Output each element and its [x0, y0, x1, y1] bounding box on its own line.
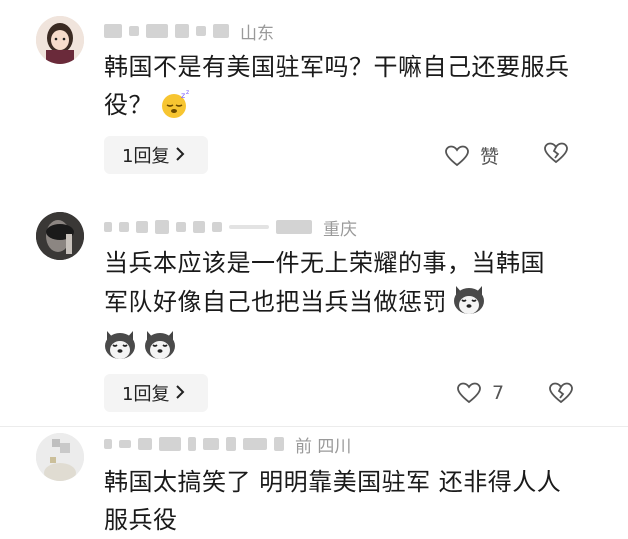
- husky-dog-emoji-icon: [142, 327, 178, 372]
- comment-text: 当兵本应该是一件无上荣耀的事，当韩国军队好像自己也把当兵当做惩罚: [104, 244, 564, 372]
- avatar[interactable]: [36, 16, 84, 64]
- avatar[interactable]: [36, 212, 84, 260]
- location-label: 前 四川: [295, 436, 352, 457]
- like-button[interactable]: 赞: [444, 142, 499, 169]
- comment-meta: 前 四川: [104, 433, 352, 457]
- husky-dog-emoji-icon: [102, 327, 138, 372]
- svg-text:z: z: [186, 89, 190, 96]
- broken-heart-icon: [549, 382, 573, 404]
- sleepy-face-emoji-icon: z z: [157, 89, 191, 130]
- dislike-button[interactable]: [543, 142, 569, 168]
- broken-heart-icon: [544, 142, 568, 164]
- husky-dog-emoji-icon: [451, 282, 487, 327]
- comment-text: 韩国不是有美国驻军吗？干嘛自己还要服兵役？ z z: [104, 48, 574, 130]
- comment-item: 山东 韩国不是有美国驻军吗？干嘛自己还要服兵役？ z z 1回复 赞: [0, 0, 628, 200]
- avatar[interactable]: [36, 433, 84, 481]
- like-button[interactable]: 7: [456, 382, 504, 404]
- dislike-button[interactable]: [548, 382, 574, 408]
- reply-button[interactable]: 1回复: [104, 136, 208, 174]
- location-label: 重庆: [323, 219, 357, 240]
- like-count: 7: [492, 382, 505, 404]
- comment-item: 前 四川 韩国太搞笑了 明明靠美国驻军 还非得人人服兵役: [0, 427, 628, 534]
- reply-button[interactable]: 1回复: [104, 374, 208, 412]
- heart-outline-icon: [457, 382, 481, 404]
- chevron-right-icon: [175, 146, 185, 165]
- location-label: 山东: [240, 23, 274, 44]
- chevron-right-icon: [175, 384, 185, 403]
- svg-text:z: z: [181, 91, 186, 100]
- comment-text: 韩国太搞笑了 明明靠美国驻军 还非得人人服兵役: [104, 468, 562, 534]
- comment-meta: 山东: [104, 20, 274, 44]
- comment-item: 重庆 当兵本应该是一件无上荣耀的事，当韩国军队好像自己也把当兵当做惩罚 1回复 …: [0, 200, 628, 425]
- comment-meta: 重庆: [104, 216, 357, 240]
- heart-outline-icon: [445, 145, 469, 166]
